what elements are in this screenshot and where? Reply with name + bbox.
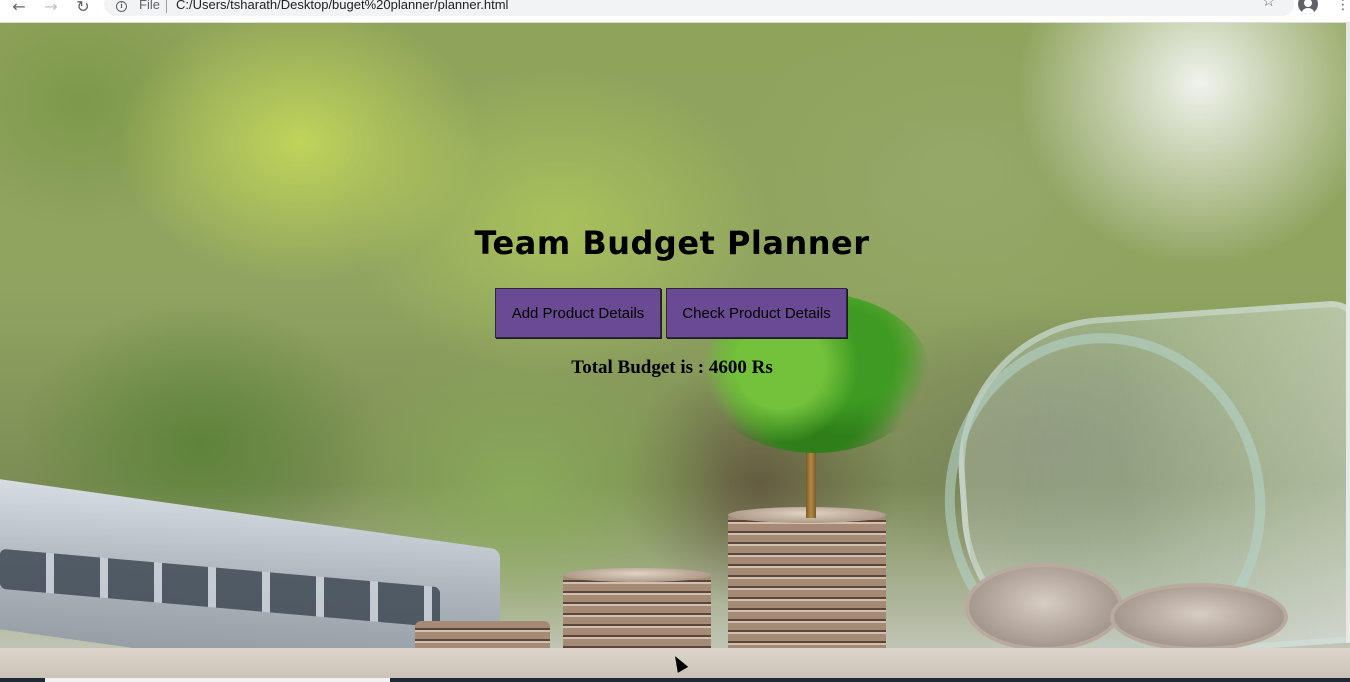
page-viewport: Team Budget Planner Add Product Details … [0, 23, 1350, 682]
back-icon[interactable]: ← [8, 0, 30, 15]
forward-icon[interactable]: → [40, 0, 62, 15]
page-title: Team Budget Planner [474, 224, 870, 262]
coin-top [563, 568, 711, 582]
protocol-label: File [139, 0, 160, 12]
scrollbar[interactable] [1346, 23, 1350, 643]
reload-icon[interactable]: ↻ [72, 0, 94, 15]
browser-toolbar: ← → ↻ i File C:/Users/tsharath/Desktop/b… [0, 0, 1350, 23]
background-image [0, 23, 1350, 682]
total-budget-text: Total Budget is : 4600 Rs [571, 357, 773, 378]
check-product-details-button[interactable]: Check Product Details [666, 288, 847, 338]
menu-icon[interactable]: ⋮ [1336, 0, 1350, 14]
url-text[interactable]: C:/Users/tsharath/Desktop/buget%20planne… [176, 0, 508, 12]
taskbar-edge [0, 678, 1350, 682]
info-icon[interactable]: i [116, 1, 127, 12]
star-icon[interactable]: ☆ [1262, 0, 1275, 9]
address-bar[interactable]: i File C:/Users/tsharath/Desktop/buget%2… [104, 0, 1294, 16]
address-separator [166, 0, 167, 13]
scattered-coin [965, 563, 1123, 651]
profile-icon[interactable] [1298, 0, 1318, 14]
add-product-details-button[interactable]: Add Product Details [495, 288, 661, 338]
scattered-coin [1110, 583, 1288, 651]
